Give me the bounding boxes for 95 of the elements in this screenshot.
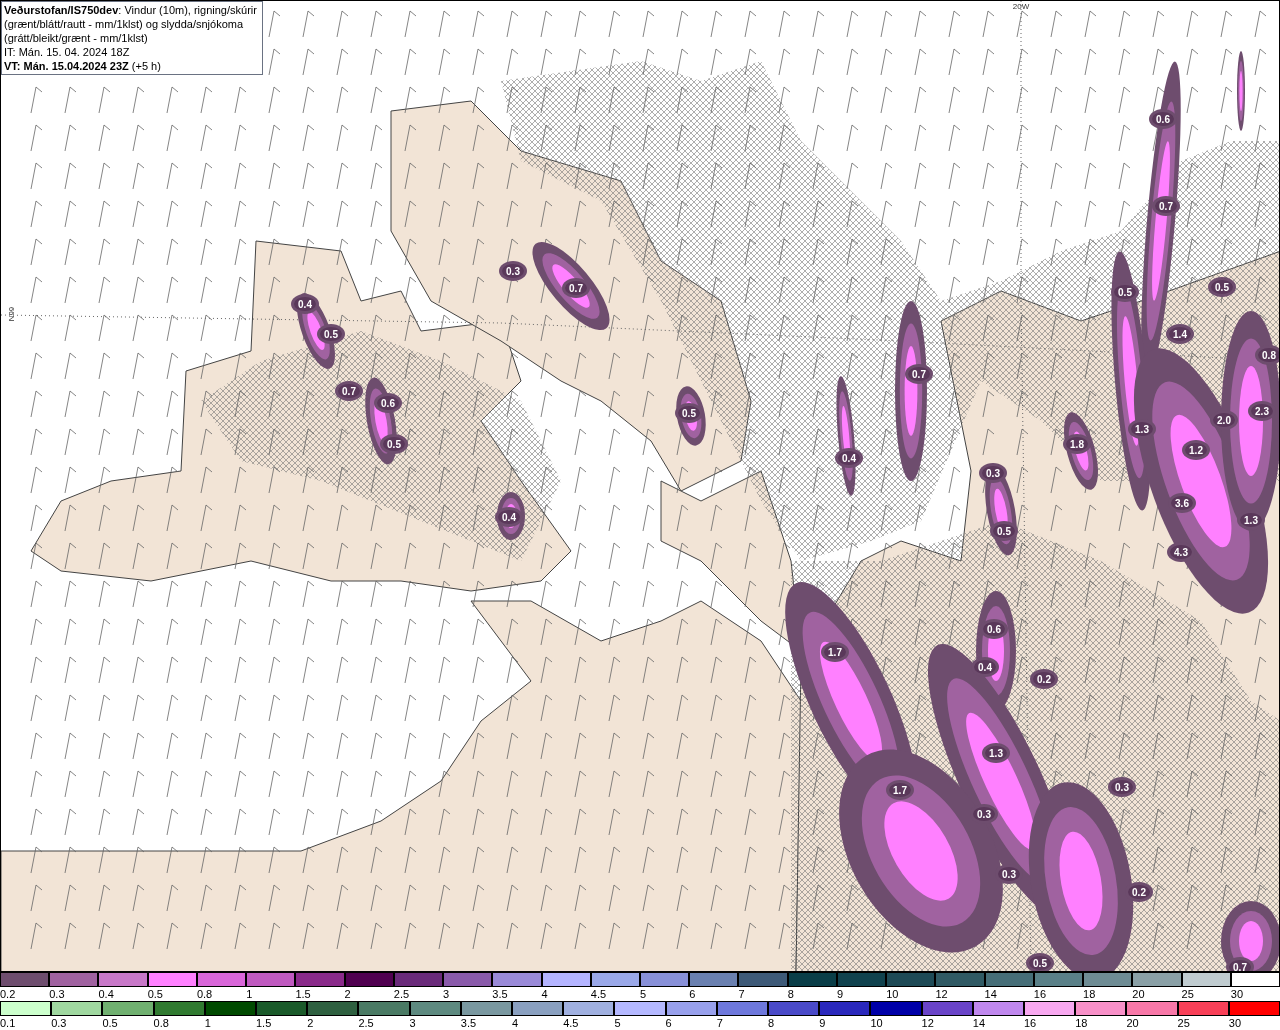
value-label: 0.3 — [1115, 782, 1129, 793]
legend-label: 18 — [1075, 1016, 1088, 1030]
value-label: 2.3 — [1255, 406, 1269, 417]
legend-label: 4 — [541, 987, 548, 1001]
legend-label: 25 — [1181, 987, 1194, 1001]
legend-label: 10 — [886, 987, 899, 1001]
value-label: 0.3 — [1002, 869, 1016, 880]
value-label: 0.7 — [1233, 962, 1247, 971]
value-label: 0.5 — [324, 329, 338, 340]
issue-time: IT: Mán. 15. 04. 2024 18Z — [4, 45, 131, 59]
value-label: 0.7 — [1159, 201, 1173, 212]
legend-label: 20 — [1132, 987, 1145, 1001]
value-label: 0.6 — [1156, 114, 1170, 125]
legend-label: 0.8 — [196, 987, 213, 1001]
value-label: 0.3 — [506, 266, 520, 277]
legend-label: 18 — [1083, 987, 1096, 1001]
valid-time: VT: Mán. 15.04.2024 23Z (+5 h) — [4, 59, 162, 73]
value-label: 0.4 — [298, 299, 312, 310]
legend-label: 6 — [689, 987, 696, 1001]
legend-label: 12 — [935, 987, 948, 1001]
value-label: 0.7 — [569, 283, 583, 294]
legend-label: 4.5 — [590, 987, 607, 1001]
value-label: 1.7 — [828, 647, 842, 658]
legend-label: 0.3 — [51, 1016, 67, 1030]
value-label: 1.4 — [1173, 329, 1187, 340]
legend-label: 3.5 — [460, 1016, 477, 1030]
legend-label: 8 — [787, 987, 794, 1001]
value-label: 0.6 — [987, 624, 1001, 635]
value-label: 0.5 — [1215, 282, 1229, 293]
legend-label: 4 — [512, 1016, 519, 1030]
value-label: 0.5 — [682, 408, 696, 419]
legend-label: 3 — [409, 1016, 416, 1030]
legend-label: 0.1 — [0, 1016, 16, 1030]
legend-label: 3.5 — [492, 987, 508, 1001]
value-label: 0.2 — [1037, 674, 1051, 685]
legend-label: 6 — [665, 1016, 672, 1030]
legend-label: 16 — [1033, 987, 1047, 1001]
legend-label: 20 — [1126, 1016, 1139, 1030]
value-label: 4.3 — [1174, 547, 1188, 558]
legend-label: 3 — [443, 987, 450, 1001]
legend-label: 30 — [1228, 1016, 1242, 1030]
legend-label: 1.5 — [256, 1016, 272, 1030]
legend-label: 7 — [716, 1016, 723, 1030]
legend-label: 1.5 — [295, 987, 311, 1001]
legend-label: 4.5 — [563, 1016, 579, 1030]
value-label: 1.3 — [1244, 515, 1258, 526]
legend-label: 0.8 — [153, 1016, 169, 1030]
value-label: 0.4 — [842, 453, 856, 464]
value-label: 1.7 — [893, 785, 907, 796]
legend-label: 25 — [1177, 1016, 1190, 1030]
value-label: 1.8 — [1070, 439, 1084, 450]
value-label: 3.6 — [1175, 498, 1189, 509]
value-label: 1.3 — [989, 748, 1003, 759]
legend-label: 7 — [738, 987, 745, 1001]
legend-label: 5 — [614, 1016, 621, 1030]
legend-label: 10 — [870, 1016, 883, 1030]
legend-label: 14 — [972, 1016, 986, 1030]
legend-label: 9 — [819, 1016, 826, 1030]
map-description: Veðurstofan/IS750dev: Vindur (10m), rigning/skúrir (grænt/blátt/rautt - mm/1klst) og slydda/snjókoma (grátt/bleikt/grænt - mm/1klst) — [4, 3, 258, 45]
legend-label: 1 — [246, 987, 253, 1001]
value-label: 0.7 — [912, 369, 926, 380]
legend-label: 9 — [836, 987, 844, 1001]
value-label: 0.3 — [986, 468, 1000, 479]
value-label: 0.5 — [1033, 958, 1047, 969]
longitude-label: 20W — [1012, 2, 1030, 11]
legend-label: 2.5 — [358, 1016, 374, 1030]
legend-label: 8 — [768, 1016, 775, 1030]
value-label: 0.2 — [1132, 887, 1146, 898]
legend-label: 1 — [204, 1016, 211, 1030]
legend-label: 2 — [344, 987, 351, 1001]
value-label: 1.3 — [1135, 424, 1149, 435]
legend-label: 0.2 — [0, 987, 16, 1001]
legend-label: 14 — [984, 987, 997, 1001]
latitude-label: 66N — [7, 306, 16, 322]
value-label: 0.5 — [997, 526, 1011, 537]
legend-label: 0.5 — [102, 1016, 118, 1030]
legend-label: 0.3 — [49, 987, 65, 1001]
legend-label: 0.5 — [147, 987, 163, 1001]
value-label: 0.7 — [342, 386, 356, 397]
value-label: 0.3 — [977, 809, 991, 820]
value-label: 1.2 — [1189, 445, 1203, 456]
value-label: 2.0 — [1217, 415, 1231, 426]
legend-label: 2 — [307, 1016, 314, 1030]
legend-label: 0.4 — [98, 987, 114, 1001]
legend-label: 5 — [640, 987, 647, 1001]
legend-label: 30 — [1230, 987, 1243, 1001]
value-label: 0.4 — [502, 512, 516, 523]
value-label: 0.8 — [1262, 350, 1276, 361]
value-label: 0.6 — [381, 398, 395, 409]
legend-label: 12 — [921, 1016, 934, 1030]
legend-label: 16 — [1024, 1016, 1037, 1030]
value-label: 0.5 — [1118, 287, 1132, 298]
value-label: 0.5 — [387, 439, 401, 450]
value-label: 0.4 — [978, 662, 992, 673]
legend-label: 2.5 — [393, 987, 410, 1001]
